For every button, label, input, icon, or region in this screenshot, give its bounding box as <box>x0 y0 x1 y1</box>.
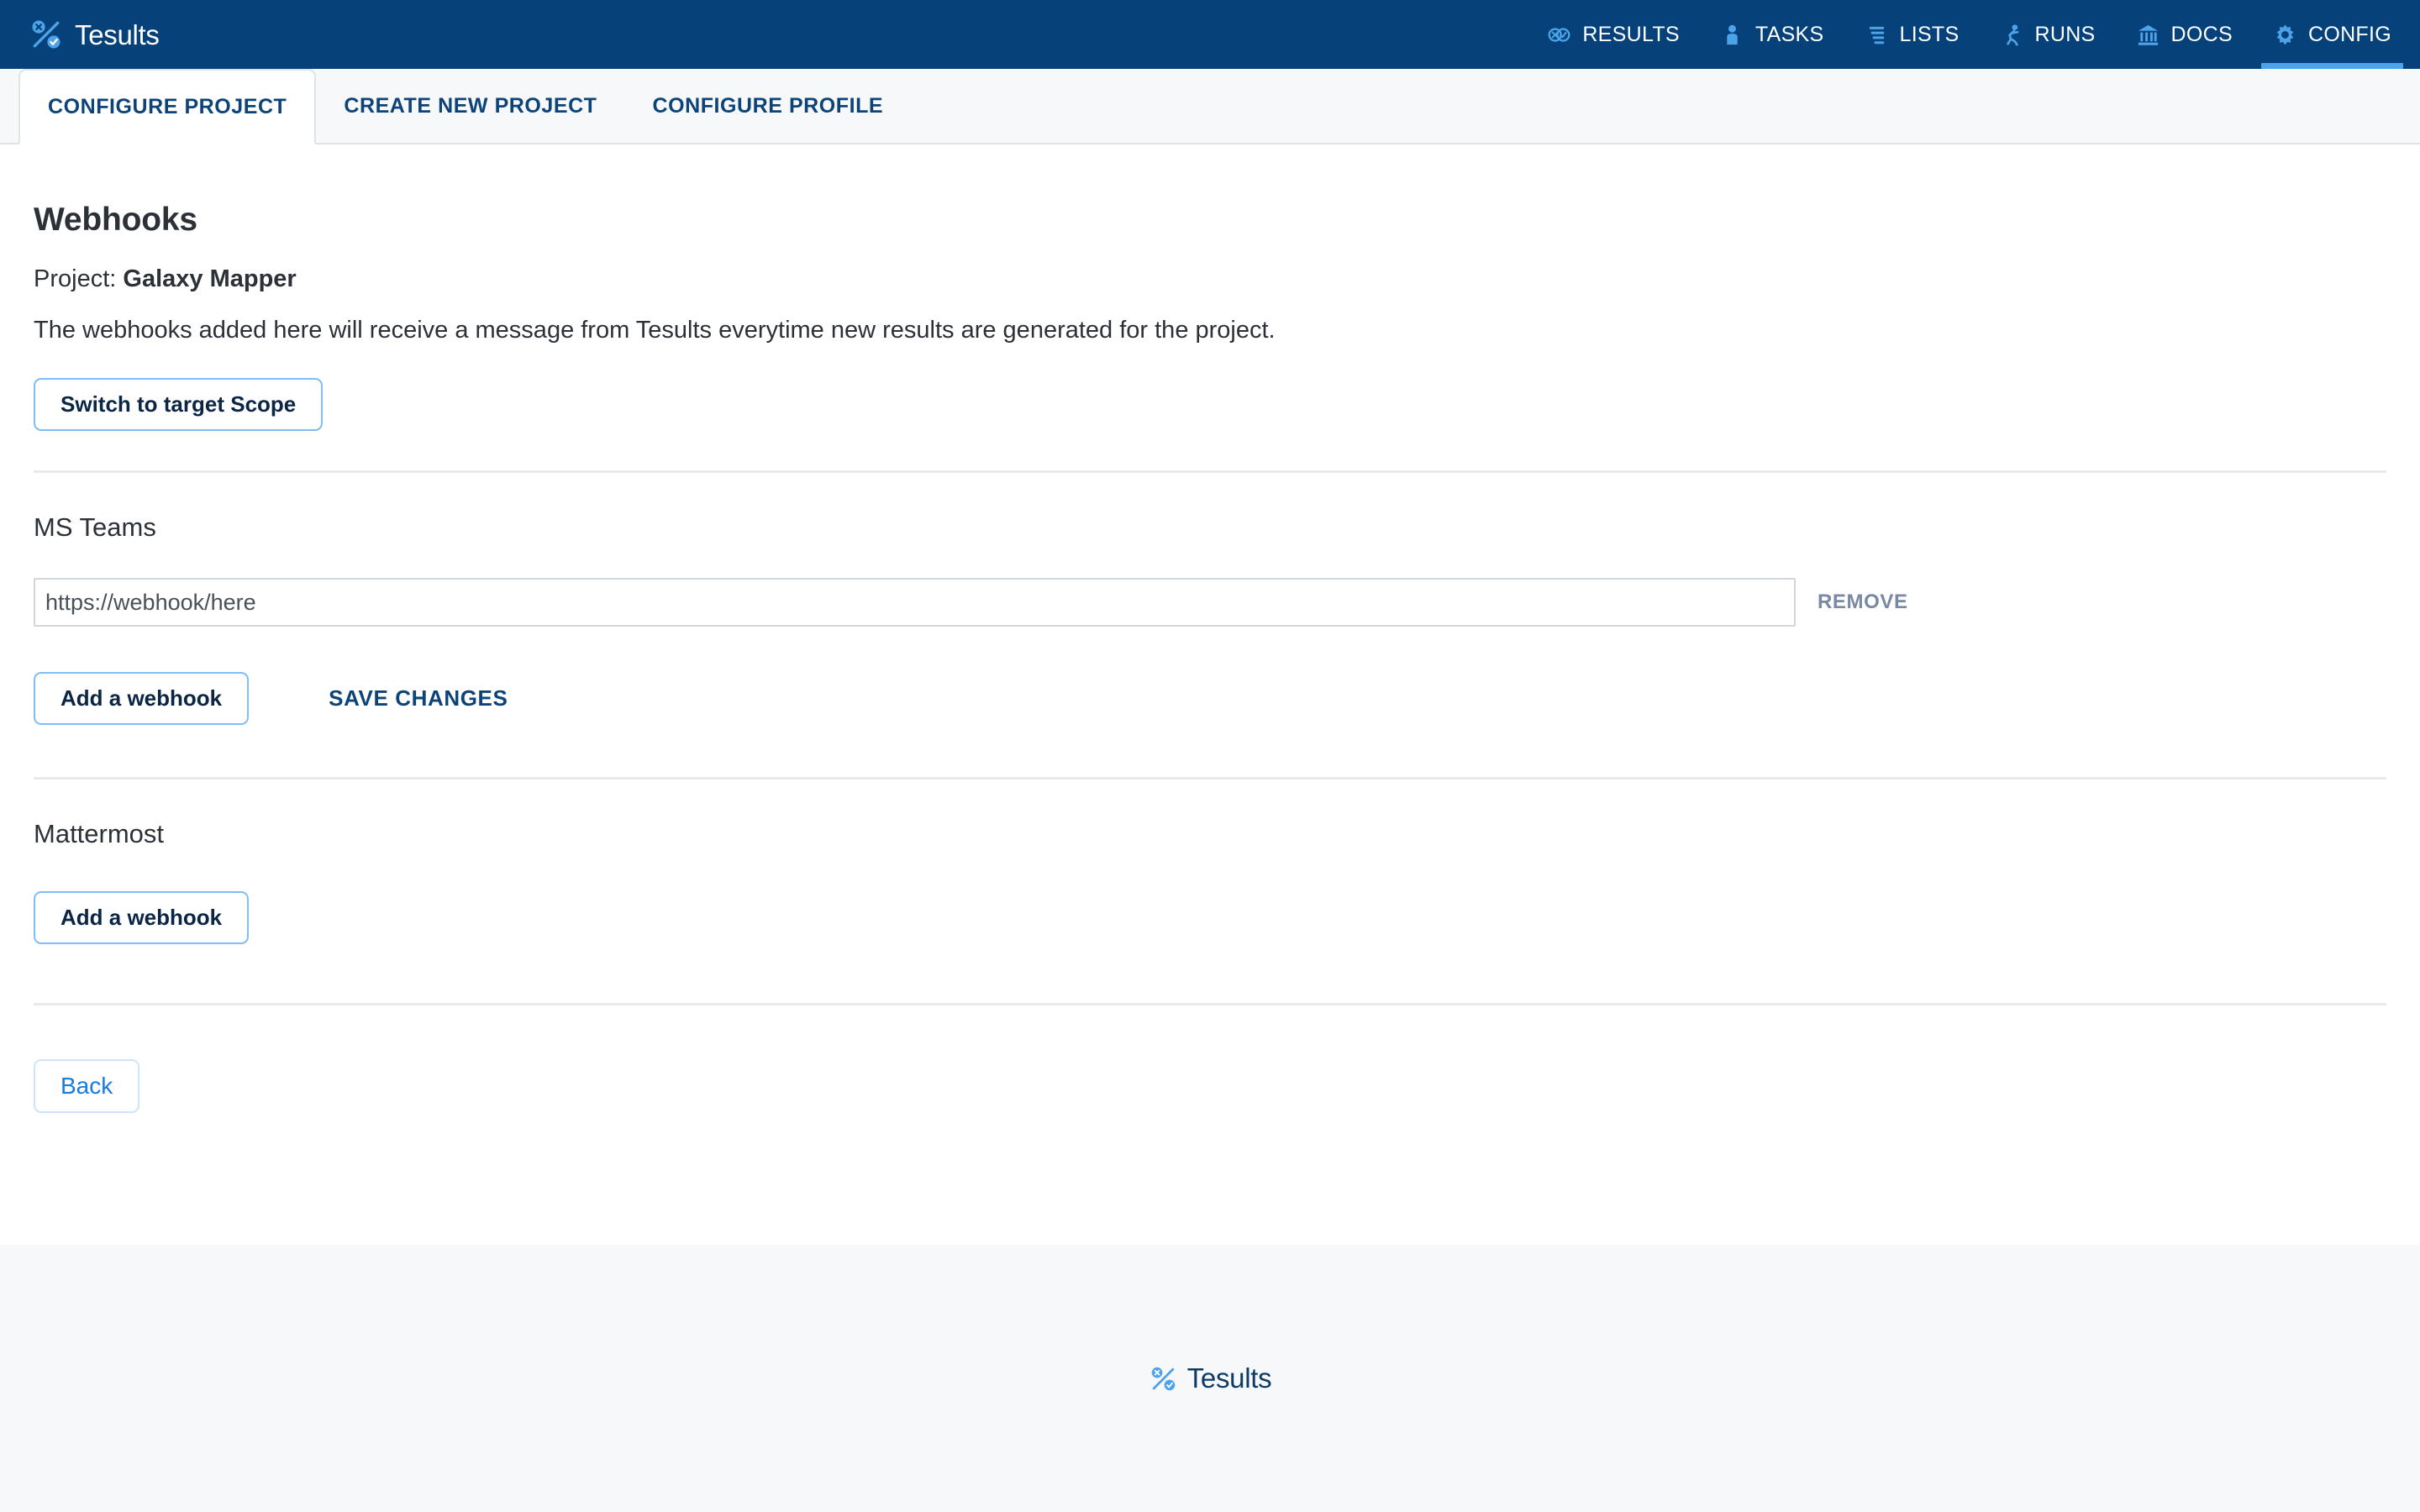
switch-scope-row: Switch to target Scope <box>34 378 2386 431</box>
footer-brand-name: Tesults <box>1186 1362 1272 1394</box>
nav-label-config: CONFIG <box>2307 22 2391 46</box>
divider-3 <box>34 1003 2386 1005</box>
nav-item-runs[interactable]: RUNS <box>1979 0 2115 69</box>
results-circles-icon <box>1548 27 1570 42</box>
project-label: Project: <box>34 265 117 292</box>
nav-label-tasks: TASKS <box>1754 22 1824 46</box>
divider-2 <box>34 777 2386 780</box>
section-title-mattermost: Mattermost <box>34 819 165 848</box>
remove-webhook-link[interactable]: REMOVE <box>1818 591 1908 614</box>
back-button[interactable]: Back <box>34 1059 140 1113</box>
top-navigation-bar: Tesults RESULTS TASKS LISTS RUNS DOCS CO… <box>0 0 2420 69</box>
nav-item-lists[interactable]: LISTS <box>1844 0 1980 69</box>
add-a-webhook-button-ms-teams[interactable]: Add a webhook <box>34 672 250 725</box>
footer-brand-link[interactable]: Tesults <box>1149 1362 1272 1394</box>
mattermost-actions-row: Add a webhook <box>34 891 2386 944</box>
add-a-webhook-button-mattermost[interactable]: Add a webhook <box>34 891 250 944</box>
main-content: Webhooks Project: Galaxy Mapper The webh… <box>0 144 2420 1245</box>
nav-label-docs: DOCS <box>2170 22 2233 46</box>
page-title: Webhooks <box>34 202 197 238</box>
running-person-icon <box>2007 24 2019 45</box>
project-name: Galaxy Mapper <box>123 265 297 292</box>
section-title-ms-teams: MS Teams <box>34 512 156 542</box>
tab-label-create-new-project: CREATE NEW PROJECT <box>344 93 597 118</box>
tesults-percent-logo-icon <box>32 20 60 49</box>
nav-label-lists: LISTS <box>1899 22 1960 46</box>
save-changes-link[interactable]: SAVE CHANGES <box>329 685 508 711</box>
tab-configure-profile[interactable]: CONFIGURE PROFILE <box>625 69 912 143</box>
bank-columns-icon <box>2138 24 2158 45</box>
nav-label-runs: RUNS <box>2034 22 2096 46</box>
tab-configure-project[interactable]: CONFIGURE PROJECT <box>18 69 317 144</box>
person-icon <box>1727 24 1738 45</box>
nav-item-tasks[interactable]: TASKS <box>1700 0 1844 69</box>
section-tab-bar: CONFIGURE PROJECT CREATE NEW PROJECT CON… <box>0 69 2420 144</box>
webhooks-description: The webhooks added here will receive a m… <box>34 317 1276 344</box>
project-line: Project: Galaxy Mapper <box>34 265 2386 293</box>
switch-to-target-scope-button[interactable]: Switch to target Scope <box>34 378 324 431</box>
nav-item-config[interactable]: CONFIG <box>2253 0 2412 69</box>
brand-logo-link[interactable]: Tesults <box>29 17 160 52</box>
ms-teams-actions-row: Add a webhook SAVE CHANGES <box>34 672 2386 725</box>
webhook-url-input[interactable] <box>34 578 1796 627</box>
nav-label-results: RESULTS <box>1582 22 1680 46</box>
list-lines-icon <box>1869 26 1884 44</box>
app-root: Tesults RESULTS TASKS LISTS RUNS DOCS CO… <box>0 0 2420 1512</box>
nav-item-results[interactable]: RESULTS <box>1527 0 1700 69</box>
gear-icon <box>2276 24 2294 45</box>
tesults-percent-logo-icon <box>1151 1367 1175 1390</box>
back-row: Back <box>34 1059 2386 1113</box>
tab-label-configure-project: CONFIGURE PROJECT <box>48 94 287 118</box>
brand-name: Tesults <box>75 18 160 50</box>
webhook-row: REMOVE <box>34 578 2386 627</box>
divider-1 <box>34 470 2386 473</box>
tab-label-configure-profile: CONFIGURE PROFILE <box>652 93 884 118</box>
tab-create-new-project[interactable]: CREATE NEW PROJECT <box>316 69 624 143</box>
page-footer: Tesults <box>0 1245 2420 1512</box>
main-nav-items: RESULTS TASKS LISTS RUNS DOCS CONFIG <box>1527 0 2412 69</box>
nav-item-docs[interactable]: DOCS <box>2116 0 2253 69</box>
